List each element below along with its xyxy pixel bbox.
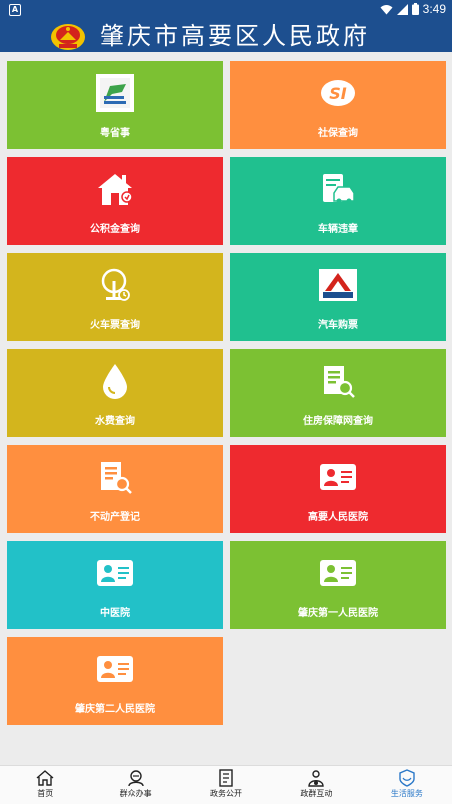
train-ticket-icon <box>95 265 135 305</box>
document-list-icon <box>219 769 233 787</box>
nav-interaction[interactable]: 政群互动 <box>271 766 361 804</box>
nav-label: 政务公开 <box>210 789 243 798</box>
tile-label: 水费查询 <box>95 416 135 427</box>
tile-tcm-hospital[interactable]: 中医院 <box>7 541 223 629</box>
tile-zhaoqing-first-hospital[interactable]: 肇庆第一人民医院 <box>230 541 446 629</box>
life-service-icon <box>399 769 415 787</box>
tile-label: 中医院 <box>100 608 130 619</box>
tile-label: 汽车购票 <box>318 320 358 331</box>
tile-gaoyao-hospital[interactable]: 高要人民医院 <box>230 445 446 533</box>
signal-icon <box>396 3 408 15</box>
tile-housing-security[interactable]: 住房保障网查询 <box>230 349 446 437</box>
interaction-icon <box>308 770 325 787</box>
tile-label: 高要人民医院 <box>308 512 368 523</box>
status-bar: A 3:49 <box>0 0 452 20</box>
tile-label: 火车票查询 <box>90 320 140 331</box>
tile-label: 公积金查询 <box>90 224 140 235</box>
nav-label: 首页 <box>37 789 54 798</box>
nav-label: 政群互动 <box>300 789 333 798</box>
tile-social-security[interactable]: SI 社保查询 <box>230 61 446 149</box>
national-emblem-icon <box>51 24 85 50</box>
tile-label: 不动产登记 <box>90 512 140 523</box>
tile-housing-fund[interactable]: 公积金查询 <box>7 157 223 245</box>
doctor-id-card-icon <box>318 457 358 497</box>
nav-public-service[interactable]: 群众办事 <box>90 766 180 804</box>
yueshengshi-logo-icon <box>95 73 135 113</box>
tile-real-estate[interactable]: 不动产登记 <box>7 445 223 533</box>
battery-icon <box>411 3 419 15</box>
tile-label: 住房保障网查询 <box>303 416 373 427</box>
doctor-id-card-icon <box>318 553 358 593</box>
nav-life-service[interactable]: 生活服务 <box>362 766 452 804</box>
tile-zhaoqing-second-hospital[interactable]: 肇庆第二人民医院 <box>7 637 223 725</box>
tile-train-ticket[interactable]: 火车票查询 <box>7 253 223 341</box>
wifi-icon <box>380 4 393 14</box>
bottom-nav: 首页 群众办事 政务公开 政群互动 生活服务 <box>0 765 452 804</box>
tile-label: 社保查询 <box>318 128 358 139</box>
tile-yueshengshi[interactable]: 粤省事 <box>7 61 223 149</box>
home-icon <box>36 770 54 786</box>
tile-water-fee[interactable]: 水费查询 <box>7 349 223 437</box>
clock: 3:49 <box>422 2 446 16</box>
app-notification-icon: A <box>9 4 21 16</box>
document-search-icon <box>95 457 135 497</box>
nav-label: 生活服务 <box>390 789 423 798</box>
nav-gov-affairs[interactable]: 政务公开 <box>181 766 271 804</box>
doctor-id-card-icon <box>95 553 135 593</box>
tile-label: 车辆违章 <box>318 224 358 235</box>
people-service-icon <box>127 770 144 787</box>
social-security-logo-icon: SI <box>318 73 358 113</box>
nav-home[interactable]: 首页 <box>0 766 90 804</box>
doctor-id-card-icon <box>95 649 135 689</box>
tile-label: 肇庆第二人民医院 <box>75 704 155 715</box>
app-header: 肇庆市高要区人民政府 <box>0 20 452 52</box>
nav-label: 群众办事 <box>119 789 152 798</box>
status-icons: 3:49 <box>380 2 446 16</box>
guangdong-transport-logo-icon <box>318 265 358 305</box>
tile-bus-ticket[interactable]: 汽车购票 <box>230 253 446 341</box>
svg-text:SI: SI <box>329 84 347 103</box>
water-drop-icon <box>95 361 135 401</box>
vehicle-document-icon <box>318 169 358 209</box>
tile-vehicle-violation[interactable]: 车辆违章 <box>230 157 446 245</box>
tile-label: 肇庆第一人民医院 <box>298 608 378 619</box>
document-search-icon <box>318 361 358 401</box>
house-icon <box>95 169 135 209</box>
page-title: 肇庆市高要区人民政府 <box>100 22 370 50</box>
tile-label: 粤省事 <box>100 128 130 139</box>
